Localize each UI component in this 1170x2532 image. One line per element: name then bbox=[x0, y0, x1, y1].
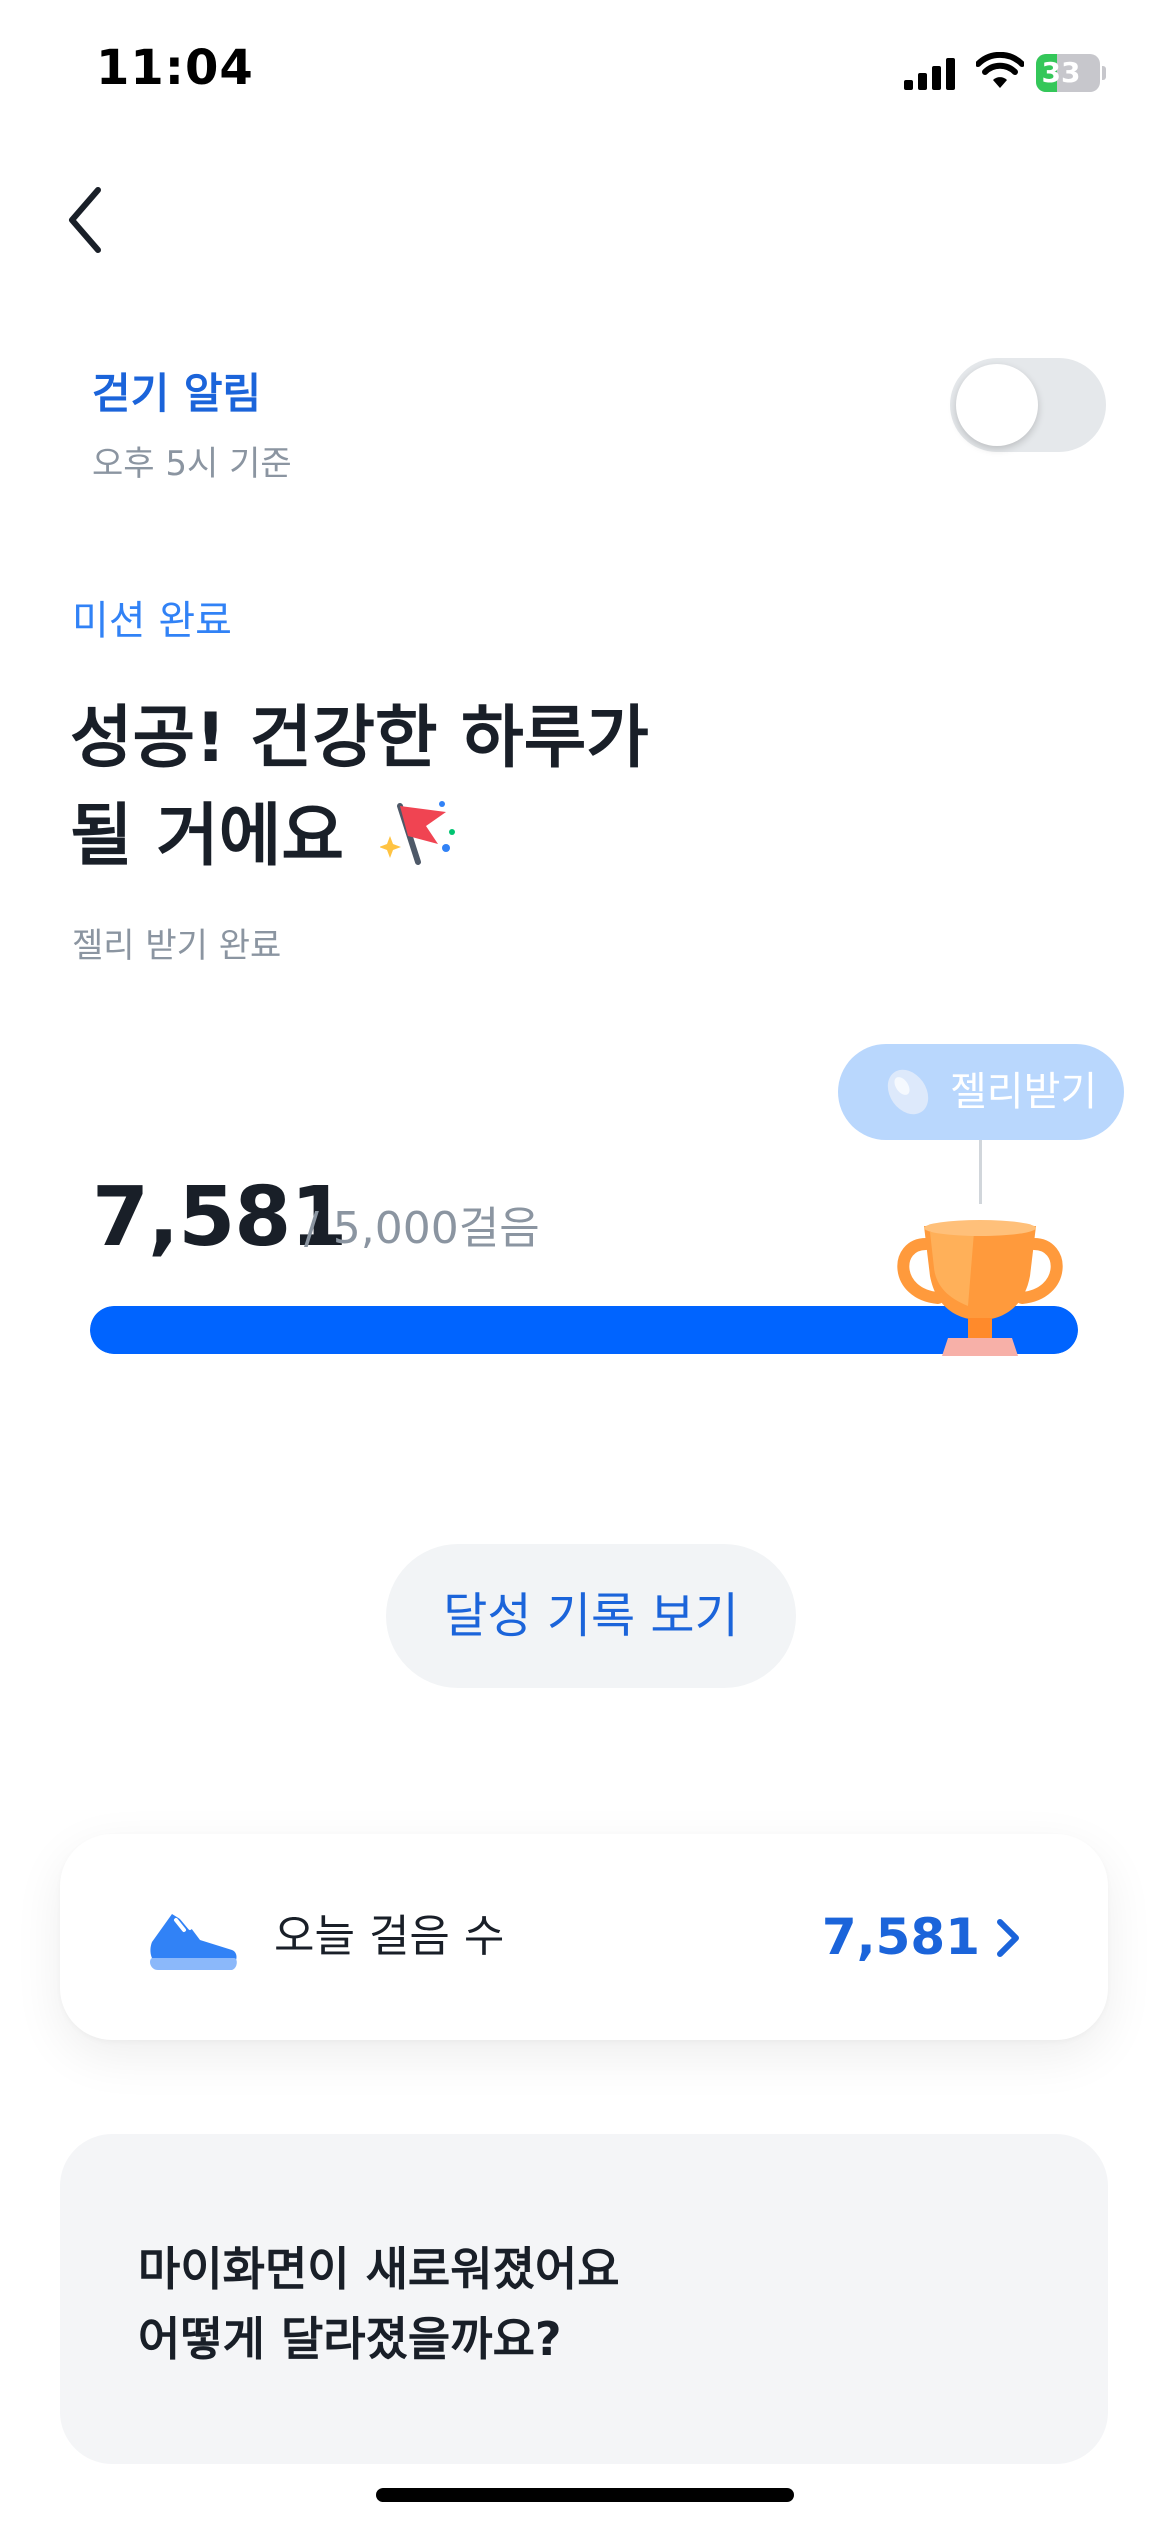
walk-alarm-subtitle: 오후 5시 기준 bbox=[92, 444, 292, 484]
toggle-knob bbox=[956, 364, 1038, 446]
page-title: 성공! 건강한 하루가 될 거에요 bbox=[70, 690, 649, 886]
jelly-status: 젤리 받기 완료 bbox=[72, 926, 282, 966]
achievement-history-button[interactable]: 달성 기록 보기 bbox=[386, 1544, 796, 1688]
battery-percent: 33 bbox=[1041, 56, 1081, 89]
sneaker-icon bbox=[150, 1914, 237, 1970]
chevron-left-icon[interactable] bbox=[60, 180, 120, 260]
party-flag-icon bbox=[380, 801, 455, 865]
today-steps-value: 7,581 bbox=[821, 1908, 980, 1966]
notice-card[interactable]: 마이화면이 새로워졌어요 어떻게 달라졌을까요? bbox=[60, 2134, 1108, 2464]
jelly-receive-button[interactable]: 젤리받기 bbox=[838, 1044, 1124, 1140]
walk-alarm-title: 걷기 알림 bbox=[92, 369, 262, 418]
cellular-signal-icon bbox=[904, 58, 955, 90]
today-steps-card[interactable]: 오늘 걸음 수 7,581 bbox=[60, 1834, 1108, 2040]
wifi-icon bbox=[976, 52, 1024, 88]
home-indicator[interactable] bbox=[376, 2488, 794, 2502]
status-time: 11:04 bbox=[96, 40, 254, 96]
jelly-receive-label: 젤리받기 bbox=[950, 1069, 1098, 1115]
chevron-right-icon bbox=[997, 1919, 1019, 1957]
bubble-stem bbox=[979, 1140, 982, 1204]
goal-steps: / 5,000걸음 bbox=[304, 1203, 540, 1254]
notice-line-2: 어떻게 달라졌을까요? bbox=[138, 2312, 562, 2366]
notice-line-1: 마이화면이 새로워졌어요 bbox=[138, 2242, 620, 2296]
headline-line-2: 될 거에요 bbox=[70, 797, 344, 876]
headline-line-1: 성공! 건강한 하루가 bbox=[70, 699, 649, 778]
jelly-bean-icon bbox=[887, 1069, 929, 1115]
trophy-icon bbox=[897, 1220, 1063, 1356]
battery-indicator: 33 bbox=[1036, 54, 1106, 92]
today-steps-label: 오늘 걸음 수 bbox=[274, 1911, 505, 1962]
mission-label: 미션 완료 bbox=[72, 598, 232, 644]
notice-text: 마이화면이 새로워졌어요 어떻게 달라졌을까요? bbox=[138, 2234, 620, 2374]
walk-alarm-toggle[interactable] bbox=[950, 358, 1106, 452]
